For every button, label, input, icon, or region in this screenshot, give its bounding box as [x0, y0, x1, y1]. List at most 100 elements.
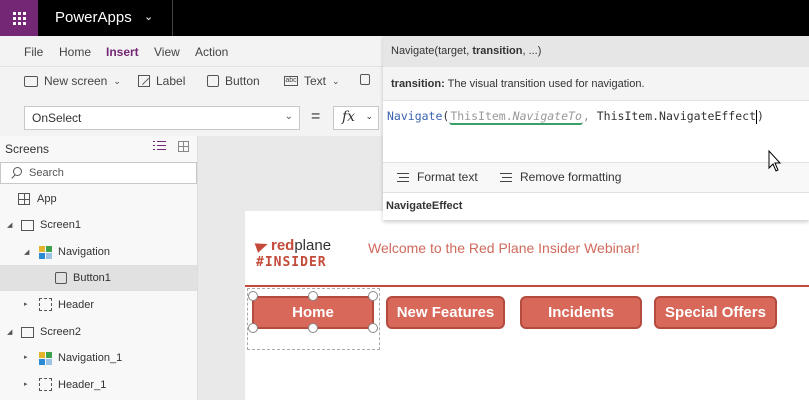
tree-item-screen1[interactable]: ◢ Screen1	[0, 212, 197, 238]
expand-icon[interactable]: ▸	[24, 380, 28, 388]
tree-item-navigation[interactable]: ◢ Navigation	[0, 239, 197, 265]
formula-tools: Format text Remove formatting	[383, 162, 809, 192]
thumbnail-view-icon[interactable]	[178, 141, 189, 152]
tree-item-label: Header_1	[58, 379, 107, 391]
new-screen-label: New screen	[44, 74, 108, 88]
collapse-icon[interactable]: ◢	[7, 221, 12, 229]
format-icon	[397, 172, 409, 182]
chevron-down-icon: ⌄	[332, 75, 340, 86]
app-icon	[18, 193, 30, 205]
property-dropdown[interactable]: OnSelect ⌄	[24, 106, 300, 130]
expand-icon[interactable]: ▸	[24, 353, 28, 361]
formula-panel: Navigate(target, transition, ...) transi…	[383, 36, 809, 220]
nav-button-label: Incidents	[548, 304, 614, 321]
formula-separator: ,	[582, 109, 597, 123]
resize-handle[interactable]	[368, 291, 378, 301]
app-name[interactable]: PowerApps	[55, 9, 132, 26]
nav-button-new-features[interactable]: New Features	[386, 296, 505, 329]
welcome-text: Welcome to the Red Plane Insider Webinar…	[368, 240, 640, 256]
mouse-pointer-icon	[768, 150, 782, 172]
waffle-icon	[12, 11, 26, 25]
tree-item-header[interactable]: ▸ Header	[0, 292, 197, 318]
nav-button-label: Special Offers	[665, 304, 766, 321]
fx-icon: fx	[342, 109, 356, 125]
list-view-icon[interactable]	[153, 141, 166, 151]
chevron-down-icon: ⌄	[284, 111, 293, 122]
chevron-down-icon[interactable]: ⌄	[144, 10, 153, 23]
nav-button-special-offers[interactable]: Special Offers	[654, 296, 777, 329]
menu-action[interactable]: Action	[195, 45, 228, 59]
resize-handle[interactable]	[248, 291, 258, 301]
tree-item-screen2[interactable]: ◢ Screen2	[0, 319, 197, 345]
gallery-icon	[39, 352, 52, 365]
app-launcher-button[interactable]	[0, 0, 38, 36]
remove-format-icon	[500, 172, 512, 182]
signature-current-arg: transition	[472, 45, 523, 57]
logo-tag: #INSIDER	[256, 255, 327, 270]
search-input[interactable]: Search	[0, 162, 197, 184]
equals-sign: =	[311, 108, 321, 125]
formula-editor[interactable]: Navigate(ThisItem.NavigateTo, ThisItem.N…	[387, 109, 764, 125]
redplane-logo: red plane #INSIDER	[254, 237, 332, 270]
button-label: Button	[225, 74, 260, 88]
menu-bar: File Home Insert View Action	[0, 36, 383, 66]
remove-formatting-button[interactable]: Remove formatting	[500, 170, 621, 184]
format-text-button[interactable]: Format text	[397, 170, 478, 184]
tree-item-navigation-1[interactable]: ▸ Navigation_1	[0, 345, 197, 371]
menu-home[interactable]: Home	[59, 45, 91, 59]
remove-formatting-label: Remove formatting	[520, 170, 622, 184]
resize-handle[interactable]	[368, 323, 378, 333]
function-signature: Navigate(target, transition, ...)	[383, 36, 809, 67]
insert-toolbar: New screen ⌄ Label Button abc Text ⌄	[0, 66, 383, 100]
text-button[interactable]: abc Text ⌄	[284, 74, 340, 88]
more-icon[interactable]	[360, 74, 370, 85]
formula-arg1-object: ThisItem.	[450, 109, 513, 123]
formula-arg1-property: NavigateTo	[512, 109, 582, 123]
suggestion-item[interactable]: NavigateEffect	[383, 192, 809, 220]
menu-view[interactable]: View	[154, 45, 180, 59]
search-icon	[13, 167, 22, 176]
menu-file[interactable]: File	[24, 45, 43, 59]
pencil-icon	[138, 75, 150, 87]
tree-item-app[interactable]: App	[0, 186, 197, 212]
new-screen-button[interactable]: New screen ⌄	[24, 74, 121, 88]
property-bar: OnSelect ⌄ = fx ⌄	[0, 100, 383, 136]
logo-red: red	[271, 237, 295, 254]
fx-button[interactable]: fx ⌄	[333, 106, 379, 130]
resize-handle[interactable]	[308, 291, 318, 301]
label-button[interactable]: Label	[138, 74, 185, 88]
plane-icon	[254, 238, 270, 253]
tree-item-label: Screen2	[40, 326, 81, 338]
formula-function: Navigate	[387, 109, 443, 123]
group-icon	[39, 378, 52, 391]
text-label: Text	[304, 74, 327, 88]
formula-arg2: ThisItem.NavigateEffect	[596, 109, 756, 123]
search-placeholder: Search	[29, 167, 64, 179]
collapse-icon[interactable]: ◢	[24, 248, 29, 256]
screen-icon	[24, 75, 38, 87]
resize-handle[interactable]	[308, 323, 318, 333]
title-bar: PowerApps ⌄	[0, 0, 809, 36]
button-icon	[207, 75, 219, 87]
screen-icon	[21, 220, 34, 231]
screen-icon	[21, 327, 34, 338]
collapse-icon[interactable]: ◢	[7, 328, 12, 336]
expand-icon[interactable]: ▸	[24, 300, 28, 308]
menu-insert[interactable]: Insert	[106, 45, 139, 59]
tree-view-panel: Screens Search App ◢ Screen1 ◢ Navigatio…	[0, 136, 198, 400]
tree-item-label: Button1	[73, 272, 111, 284]
tree-item-header-1[interactable]: ▸ Header_1	[0, 372, 197, 398]
button-button[interactable]: Button	[207, 74, 260, 88]
tree-item-button1[interactable]: Button1	[0, 265, 197, 291]
nav-button-incidents[interactable]: Incidents	[520, 296, 642, 329]
logo-plane: plane	[294, 237, 332, 254]
tree-item-label: App	[37, 193, 57, 205]
nav-button-label: Home	[292, 304, 334, 321]
signature-suffix: , ...)	[522, 45, 542, 57]
resize-handle[interactable]	[248, 323, 258, 333]
label-label: Label	[156, 74, 186, 88]
chevron-down-icon: ⌄	[365, 112, 373, 122]
parameter-description: transition: The visual transition used f…	[383, 67, 809, 101]
app-canvas[interactable]: red plane #INSIDER Welcome to the Red Pla…	[245, 211, 809, 400]
tree-item-label: Screen1	[40, 219, 81, 231]
